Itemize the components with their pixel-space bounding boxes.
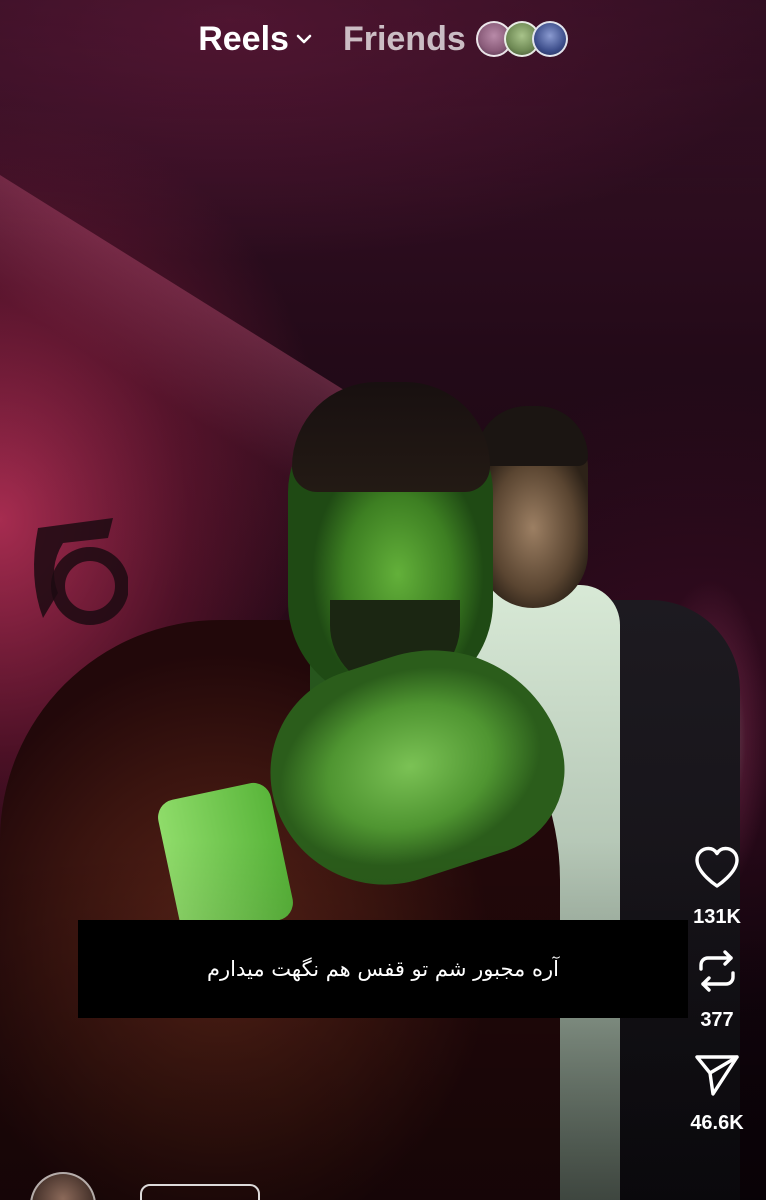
action-rail: 131K 377 46.6K	[682, 842, 752, 1151]
tab-friends-label: Friends	[342, 19, 466, 58]
tab-reels-label: Reels	[198, 19, 289, 58]
tab-reels[interactable]: Reels	[198, 20, 313, 59]
friend-avatars[interactable]	[475, 21, 568, 57]
tab-friends[interactable]: Friends	[343, 20, 568, 59]
repost-icon[interactable]	[691, 945, 743, 997]
share-action[interactable]: 46.6K	[690, 1048, 744, 1135]
video-caption-text: آره مجبور شم تو قفس هم نگهت میدارم	[207, 957, 559, 981]
heart-icon[interactable]	[691, 842, 743, 894]
like-count: 131K	[693, 906, 741, 928]
send-icon[interactable]	[691, 1048, 743, 1100]
share-count: 46.6K	[690, 1112, 744, 1134]
reel-video[interactable]	[0, 0, 766, 1200]
author-avatar[interactable]	[30, 1172, 96, 1200]
chevron-down-icon[interactable]	[295, 30, 313, 48]
follow-button[interactable]	[140, 1184, 260, 1200]
vignette	[0, 0, 766, 1200]
repost-count: 377	[700, 1009, 734, 1031]
like-action[interactable]: 131K	[691, 842, 743, 929]
video-caption-box: آره مجبور شم تو قفس هم نگهت میدارم	[78, 920, 688, 1018]
reels-screen: Reels Friends آره مجبور شم تو قفس هم نگه…	[0, 0, 766, 1200]
repost-action[interactable]: 377	[691, 945, 743, 1032]
reels-topbar: Reels Friends	[0, 16, 766, 62]
author-row	[30, 1172, 260, 1200]
friend-avatar	[531, 21, 568, 57]
